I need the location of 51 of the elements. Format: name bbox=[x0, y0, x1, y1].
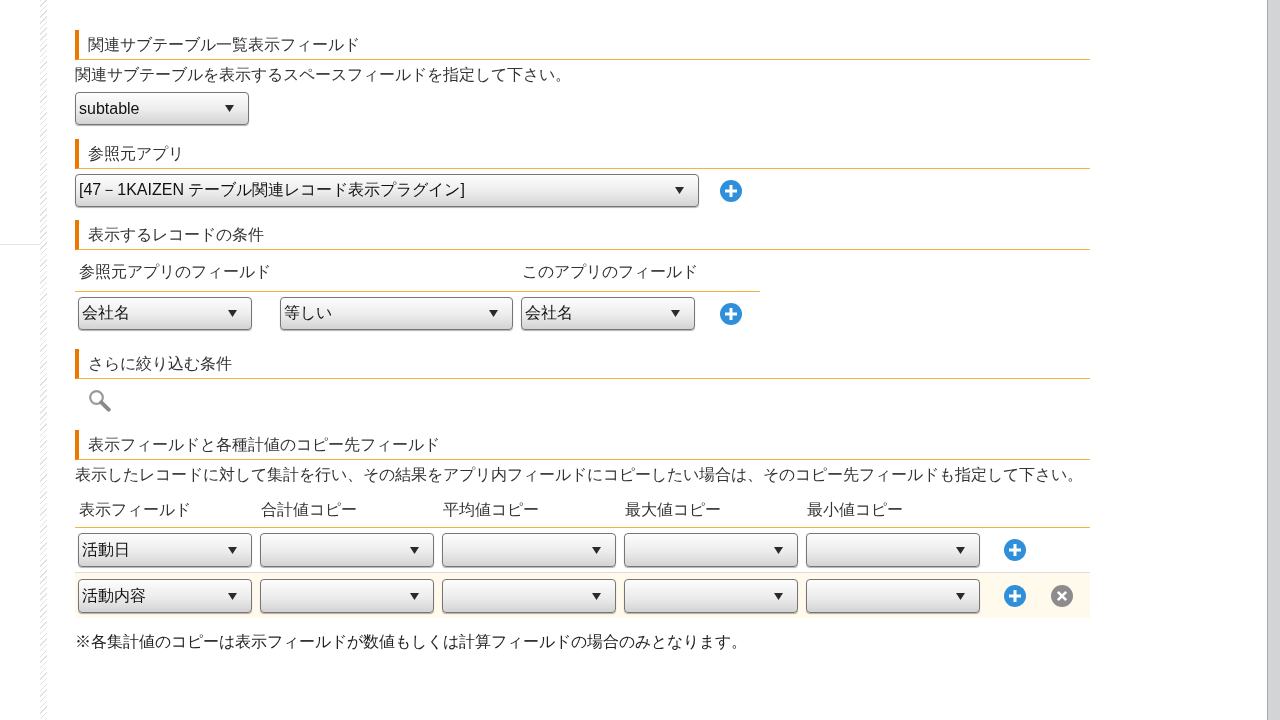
column-label: このアプリのフィールド bbox=[522, 262, 698, 282]
section-heading: 表示するレコードの条件 bbox=[75, 220, 1090, 250]
add-icon[interactable] bbox=[1004, 539, 1026, 561]
dropdown[interactable] bbox=[442, 579, 616, 613]
dropdown[interactable] bbox=[624, 579, 798, 613]
caret-icon bbox=[592, 592, 601, 600]
dropdown[interactable]: 等しい bbox=[280, 297, 513, 330]
dropdown[interactable]: 会社名 bbox=[521, 297, 695, 330]
column-label: 参照元アプリのフィールド bbox=[79, 262, 272, 282]
add-icon[interactable] bbox=[1004, 585, 1026, 607]
dropdown[interactable] bbox=[260, 579, 434, 613]
add-icon[interactable] bbox=[720, 302, 742, 325]
description-text: 表示したレコードに対して集計を行い、その結果をアプリ内フィールドにコピーしたい場合は、そのコピー先フィールドも指定して下さい。 bbox=[75, 465, 1084, 485]
dropdown[interactable]: [47－1KAIZEN テーブル関連レコード表示プラグイン] bbox=[75, 174, 699, 207]
caret-icon bbox=[228, 310, 237, 317]
remove-icon[interactable] bbox=[1051, 585, 1073, 607]
description-text: 関連サブテーブルを表示するスペースフィールドを指定して下さい。 bbox=[75, 65, 572, 85]
caret-icon bbox=[225, 105, 234, 112]
column-label: 合計値コピー bbox=[261, 500, 357, 520]
column-label: 平均値コピー bbox=[443, 500, 539, 520]
section-heading: 表示フィールドと各種計値のコピー先フィールド bbox=[75, 430, 1090, 460]
column-label: 最大値コピー bbox=[625, 500, 721, 520]
caret-icon bbox=[410, 546, 419, 554]
note-text: ※各集計値のコピーは表示フィールドが数値もしくは計算フィールドの場合のみとなります。 bbox=[75, 632, 748, 652]
section-heading: 関連サブテーブル一覧表示フィールド bbox=[75, 30, 1090, 60]
dropdown[interactable] bbox=[260, 533, 434, 567]
caret-icon bbox=[671, 310, 680, 317]
caret-icon bbox=[489, 310, 498, 317]
caret-icon bbox=[228, 546, 237, 554]
dropdown[interactable]: 活動内容 bbox=[78, 579, 252, 613]
caret-icon bbox=[956, 592, 965, 600]
dropdown[interactable]: 活動日 bbox=[78, 533, 252, 567]
dropdown[interactable] bbox=[624, 533, 798, 567]
caret-icon bbox=[228, 592, 237, 600]
section-heading: 参照元アプリ bbox=[75, 139, 1090, 169]
caret-icon bbox=[592, 546, 601, 554]
dropdown[interactable] bbox=[442, 533, 616, 567]
section-heading: さらに絞り込む条件 bbox=[75, 349, 1090, 379]
dropdown[interactable]: 会社名 bbox=[78, 297, 252, 330]
dropdown[interactable] bbox=[806, 579, 980, 613]
column-label: 最小値コピー bbox=[807, 500, 903, 520]
column-label: 表示フィールド bbox=[79, 500, 191, 520]
caret-icon bbox=[675, 187, 684, 194]
dropdown[interactable]: subtable bbox=[75, 92, 249, 125]
caret-icon bbox=[774, 546, 783, 554]
caret-icon bbox=[774, 592, 783, 600]
search-icon[interactable] bbox=[88, 389, 111, 412]
caret-icon bbox=[956, 546, 965, 554]
dropdown[interactable] bbox=[806, 533, 980, 567]
add-icon[interactable] bbox=[720, 179, 742, 202]
caret-icon bbox=[410, 592, 419, 600]
